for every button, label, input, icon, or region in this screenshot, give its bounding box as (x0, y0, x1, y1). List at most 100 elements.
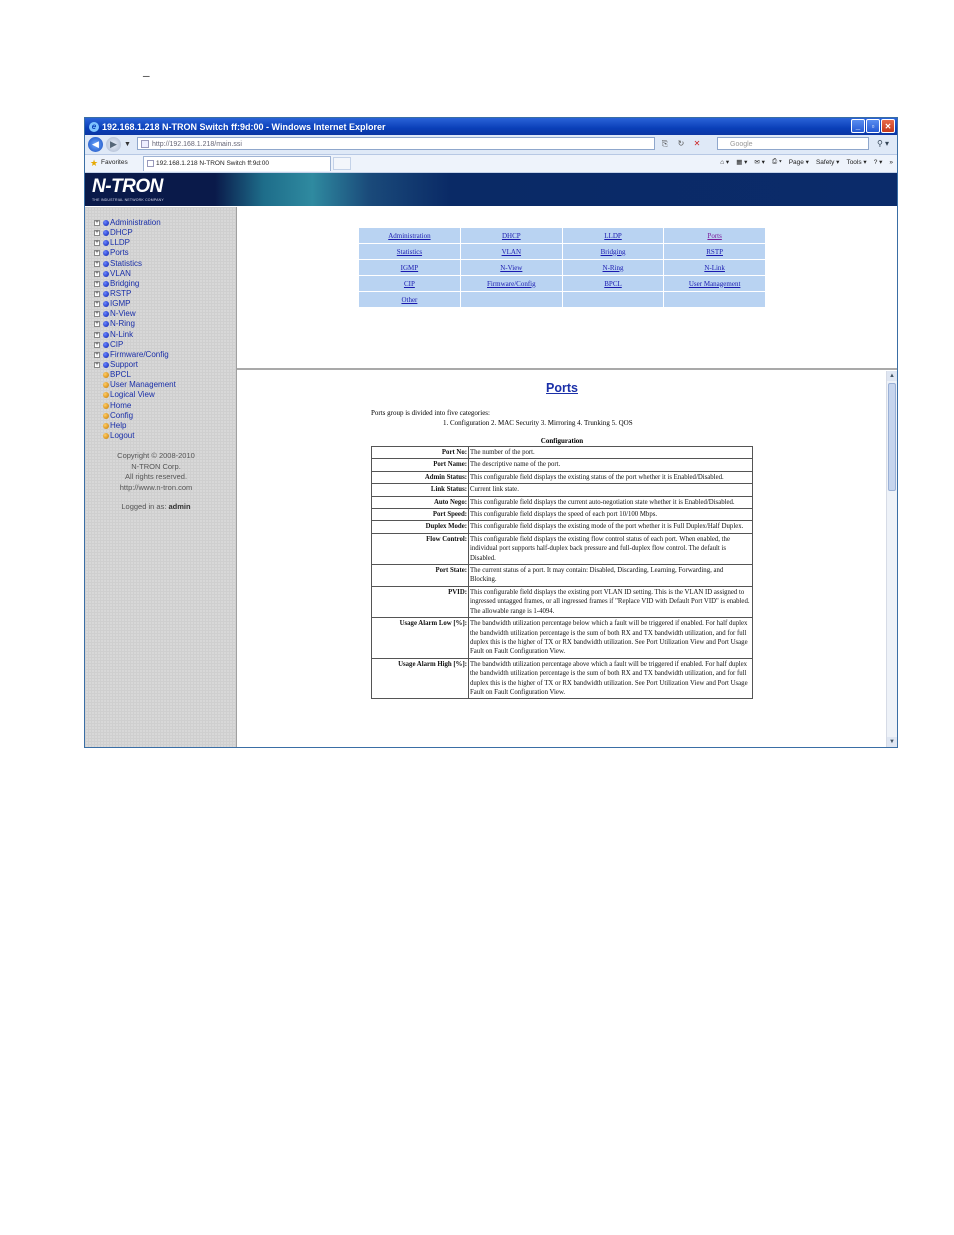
chevron-more-icon[interactable]: » (889, 159, 893, 166)
nav-link-other[interactable]: Other (358, 291, 461, 308)
maximize-button[interactable]: ▫ (866, 119, 880, 133)
copyright-line: Copyright © 2008-2010 (117, 451, 195, 460)
stop-icon[interactable]: ✕ (691, 138, 703, 150)
field-name: Port No: (371, 445, 469, 460)
sidebar-item-cip[interactable]: + CIP (94, 340, 176, 350)
expand-icon[interactable]: + (94, 240, 100, 247)
url-input[interactable]: http://192.168.1.218/main.ssi (137, 137, 655, 150)
copyright-rights: All rights reserved. (124, 472, 188, 481)
sidebar-item-n-ring[interactable]: + N-Ring (94, 319, 176, 329)
nav-link-bridging[interactable]: Bridging (561, 243, 665, 260)
expand-icon[interactable]: + (94, 331, 100, 338)
sidebar-item-config[interactable]: Config (94, 411, 176, 421)
expand-icon[interactable]: + (94, 311, 100, 318)
expand-icon[interactable]: + (94, 321, 100, 328)
sidebar-item-ports[interactable]: + Ports (94, 248, 176, 258)
logged-in-status: Logged in as: admin (121, 502, 191, 511)
sidebar-item-n-link[interactable]: + N-Link (94, 330, 176, 340)
history-dropdown-icon[interactable]: ▼ (124, 141, 131, 148)
sidebar-item-user-management[interactable]: User Management (94, 380, 176, 390)
minimize-button[interactable]: _ (851, 119, 865, 133)
nav-link-igmp[interactable]: IGMP (358, 259, 461, 276)
sidebar-item-label: LLDP (110, 238, 131, 248)
sidebar-item-help[interactable]: Help (94, 421, 176, 431)
expand-icon[interactable]: + (94, 341, 100, 348)
nav-row: Statistics VLAN Bridging RSTP (358, 243, 766, 260)
back-icon[interactable]: ◀ (88, 137, 103, 152)
sidebar-item-statistics[interactable]: + Statistics (94, 259, 176, 269)
nav-link-vlan[interactable]: VLAN (459, 243, 563, 260)
favorites-button[interactable]: Favorites (101, 159, 128, 166)
compatibility-icon[interactable]: ⎘ (659, 138, 671, 150)
nav-link-ports[interactable]: Ports (663, 227, 766, 244)
scroll-down-icon[interactable]: ▼ (887, 737, 897, 747)
nav-link-firmware-config[interactable]: Firmware/Config (459, 275, 563, 292)
print-icon[interactable]: ⎙ ▾ (772, 158, 782, 166)
page-menu[interactable]: Page ▾ (789, 158, 809, 166)
expand-icon[interactable]: + (94, 270, 100, 277)
nav-link-rstp[interactable]: RSTP (663, 243, 766, 260)
expand-icon[interactable]: + (94, 220, 100, 227)
scroll-thumb[interactable] (888, 383, 896, 491)
sidebar-item-bridging[interactable]: + Bridging (94, 279, 176, 289)
home-icon[interactable]: ⌂ ▾ (720, 158, 729, 166)
browser-tab[interactable]: 192.168.1.218 N-TRON Switch ff:9d:00 (143, 156, 331, 171)
nav-link-n-link[interactable]: N-Link (663, 259, 766, 276)
vertical-scrollbar[interactable]: ▲ ▼ (886, 371, 897, 747)
expand-icon[interactable]: + (94, 301, 100, 308)
field-name: Port Speed: (371, 508, 469, 522)
logged-in-user: admin (168, 502, 191, 511)
bullet-icon (103, 351, 109, 358)
sidebar-item-label: User Management (110, 380, 176, 390)
nav-link-cip[interactable]: CIP (358, 275, 461, 292)
sidebar-item-bpcl[interactable]: BPCL (94, 370, 176, 380)
new-tab-button[interactable] (333, 157, 351, 170)
field-name: Flow Control: (371, 532, 469, 566)
expand-icon[interactable]: + (94, 260, 100, 267)
sidebar-item-logout[interactable]: Logout (94, 431, 176, 441)
sidebar-item-dhcp[interactable]: + DHCP (94, 228, 176, 238)
help-menu[interactable]: ? ▾ (874, 158, 883, 166)
nav-link-n-ring[interactable]: N-Ring (561, 259, 665, 276)
expand-icon[interactable]: + (94, 230, 100, 237)
search-icon[interactable]: ⚲ ▾ (873, 137, 893, 150)
forward-icon[interactable]: ▶ (106, 137, 121, 152)
sidebar-item-vlan[interactable]: + VLAN (94, 269, 176, 279)
expand-icon[interactable]: + (94, 362, 100, 369)
refresh-icon[interactable]: ↻ (675, 138, 687, 150)
nav-link-n-view[interactable]: N-View (459, 259, 563, 276)
sidebar-item-n-view[interactable]: + N-View (94, 309, 176, 319)
sidebar-item-rstp[interactable]: + RSTP (94, 289, 176, 299)
safety-menu[interactable]: Safety ▾ (816, 158, 840, 166)
nav-link-dhcp[interactable]: DHCP (459, 227, 563, 244)
favorites-star-icon[interactable]: ★ (90, 158, 98, 169)
nav-link-bpcl[interactable]: BPCL (561, 275, 665, 292)
field-name: Port State: (371, 564, 469, 587)
sidebar-item-igmp[interactable]: + IGMP (94, 299, 176, 309)
close-button[interactable]: ✕ (881, 119, 895, 133)
nav-link-lldp[interactable]: LLDP (561, 227, 665, 244)
nav-link-statistics[interactable]: Statistics (358, 243, 461, 260)
tools-menu[interactable]: Tools ▾ (846, 158, 866, 166)
search-input[interactable]: Google (717, 137, 869, 150)
sidebar-item-administration[interactable]: + Administration (94, 218, 176, 228)
sidebar-item-label: N-Ring (110, 319, 135, 329)
section-caption: Configuration (540, 437, 584, 445)
bullet-icon (103, 382, 109, 389)
expand-icon[interactable]: + (94, 351, 100, 358)
expand-icon[interactable]: + (94, 250, 100, 257)
nav-link-user-management[interactable]: User Management (663, 275, 766, 292)
scroll-up-icon[interactable]: ▲ (887, 371, 897, 381)
bullet-icon (103, 321, 109, 328)
feeds-icon[interactable]: ▦ ▾ (736, 158, 747, 166)
bullet-icon (103, 291, 109, 298)
sidebar-item-support[interactable]: + Support (94, 360, 176, 370)
sidebar-item-logical-view[interactable]: Logical View (94, 390, 176, 400)
sidebar-item-home[interactable]: Home (94, 401, 176, 411)
nav-link-administration[interactable]: Administration (358, 227, 461, 244)
expand-icon[interactable]: + (94, 280, 100, 287)
sidebar-item-firmware-config[interactable]: + Firmware/Config (94, 350, 176, 360)
mail-icon[interactable]: ✉ ▾ (754, 158, 765, 166)
sidebar-item-lldp[interactable]: + LLDP (94, 238, 176, 248)
expand-icon[interactable]: + (94, 291, 100, 298)
